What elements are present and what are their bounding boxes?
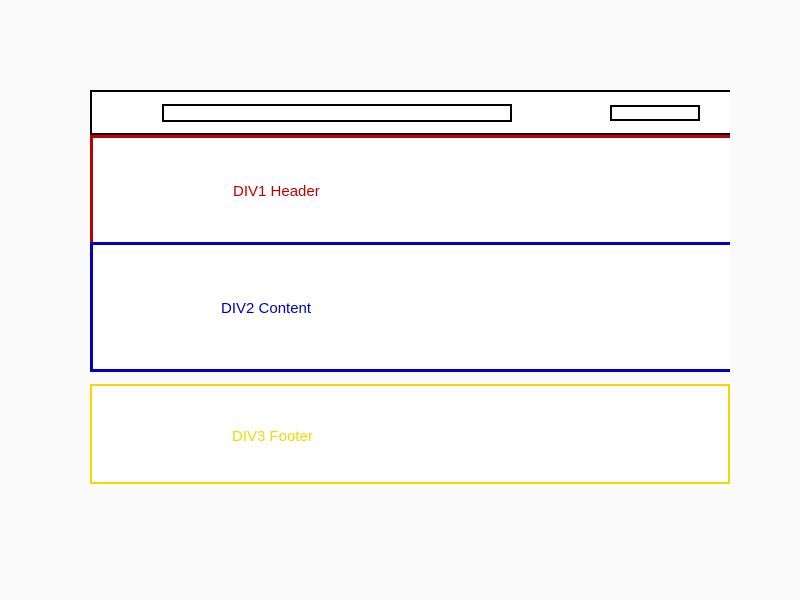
toolbar-section xyxy=(90,90,730,135)
div3-footer-section: DIV3 Footer xyxy=(90,384,730,484)
div2-content-section: DIV2 Content xyxy=(90,242,730,372)
toolbar-box-large xyxy=(162,104,512,122)
div1-label: DIV1 Header xyxy=(233,183,320,200)
toolbar-box-small xyxy=(610,105,700,121)
div3-label: DIV3 Footer xyxy=(232,428,313,445)
div1-header-section: DIV1 Header xyxy=(90,135,730,245)
layout-diagram: DIV1 Header DIV2 Content DIV3 Footer xyxy=(90,90,730,484)
div2-label: DIV2 Content xyxy=(221,300,311,317)
